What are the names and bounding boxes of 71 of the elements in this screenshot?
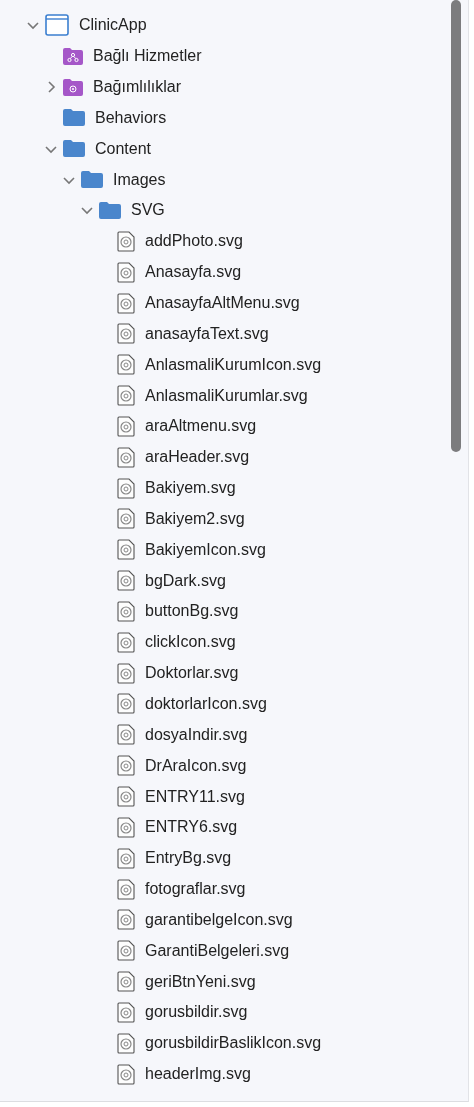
file-icon	[117, 570, 135, 592]
tree-item-label[interactable]: geriBtnYeni.svg	[145, 972, 256, 991]
tree-item-label[interactable]: Bakiyem2.svg	[145, 509, 245, 528]
tree-item-label[interactable]: doktorlarIcon.svg	[145, 695, 267, 713]
file-icon	[117, 631, 135, 653]
file-icon	[117, 539, 135, 561]
tree-item-label[interactable]: ENTRY6.svg	[145, 818, 238, 837]
tree-item-label[interactable]: AnlasmaliKurumIcon.svg	[145, 355, 322, 374]
file-icon	[117, 385, 135, 407]
folder-icon	[99, 202, 121, 219]
tree-item-label[interactable]: gorusbildirBaslikIcon.svg	[145, 1034, 322, 1053]
file-icon	[117, 323, 135, 345]
file-icon	[117, 755, 135, 777]
tree-item-label[interactable]: buttonBg.svg	[145, 602, 239, 621]
tree-item-label[interactable]: BakiyemIcon.svg	[145, 540, 266, 559]
file-icon	[117, 971, 135, 993]
folder-icon	[81, 171, 103, 189]
file-icon	[117, 292, 135, 314]
tree-item-label[interactable]: araAltmenu.svg	[145, 417, 257, 436]
tree-item-label[interactable]: fotograflar.svg	[145, 880, 246, 899]
file-icon	[117, 446, 135, 468]
tree-item-label[interactable]: Doktorlar.svg	[145, 664, 239, 683]
file-icon	[117, 230, 135, 252]
file-icon	[117, 816, 135, 838]
folder-icon	[63, 47, 83, 65]
tree-item-label[interactable]: Bağımlılıklar	[93, 78, 182, 97]
tree-item-label[interactable]: clickIcon.svg	[145, 633, 236, 652]
file-icon	[117, 786, 135, 807]
tree-item-label[interactable]: Images	[113, 170, 166, 189]
tree-item-label[interactable]: gorusbildir.svg	[145, 1003, 248, 1022]
tree-item-label[interactable]: bgDark.svg	[145, 571, 226, 590]
folder-icon	[63, 78, 83, 96]
file-icon	[117, 847, 135, 869]
tree-item-label[interactable]: AnlasmaliKurumlar.svg	[145, 386, 308, 405]
scrollbar-thumb[interactable]	[451, 0, 461, 452]
file-icon	[117, 415, 135, 437]
file-icon	[117, 693, 135, 715]
tree-item-label[interactable]: EntryBg.svg	[145, 849, 232, 868]
tree-item-label[interactable]: garantibelgeIcon.svg	[145, 910, 293, 929]
tree-item-label[interactable]: araHeader.svg	[145, 448, 250, 467]
tree-item-label[interactable]: anasayfaText.svg	[145, 324, 269, 343]
tree-item-label[interactable]: Bağlı Hizmetler	[93, 47, 202, 66]
file-icon	[117, 940, 135, 962]
tree-item-label[interactable]: addPhoto.svg	[145, 232, 243, 251]
tree-item-label[interactable]: ENTRY11.svg	[145, 787, 245, 806]
tree-item-label[interactable]: dosyaIndir.svg	[145, 725, 248, 744]
file-icon	[117, 477, 135, 499]
file-icon	[117, 878, 135, 900]
tree-item-label[interactable]: Anasayfa.svg	[145, 263, 242, 282]
file-icon	[117, 662, 135, 684]
tree-item-label[interactable]: headerImg.svg	[145, 1065, 251, 1084]
tree-item-label[interactable]: AnasayfaAltMenu.svg	[145, 294, 300, 312]
tree-item-label[interactable]: DrAraIcon.svg	[145, 756, 247, 775]
tree-item-label[interactable]: Behaviors	[95, 108, 167, 127]
tree-item-label[interactable]: Content	[95, 139, 152, 158]
file-icon	[117, 1001, 135, 1023]
file-icon	[117, 261, 135, 283]
folder-icon	[63, 140, 85, 158]
tree-item-label[interactable]: GarantiBelgeleri.svg	[145, 941, 290, 960]
file-icon	[117, 508, 135, 530]
folder-icon	[63, 109, 85, 127]
tree-item-label[interactable]: SVG	[131, 201, 165, 220]
file-icon	[117, 354, 135, 376]
file-icon	[117, 1032, 135, 1054]
file-icon	[117, 600, 135, 622]
file-icon	[117, 724, 135, 746]
file-icon	[117, 909, 135, 931]
tree-item-label[interactable]: ClinicApp	[79, 16, 147, 35]
file-icon	[117, 1063, 135, 1085]
tree-item-label[interactable]: Bakiyem.svg	[145, 479, 236, 498]
window-icon	[45, 14, 69, 37]
